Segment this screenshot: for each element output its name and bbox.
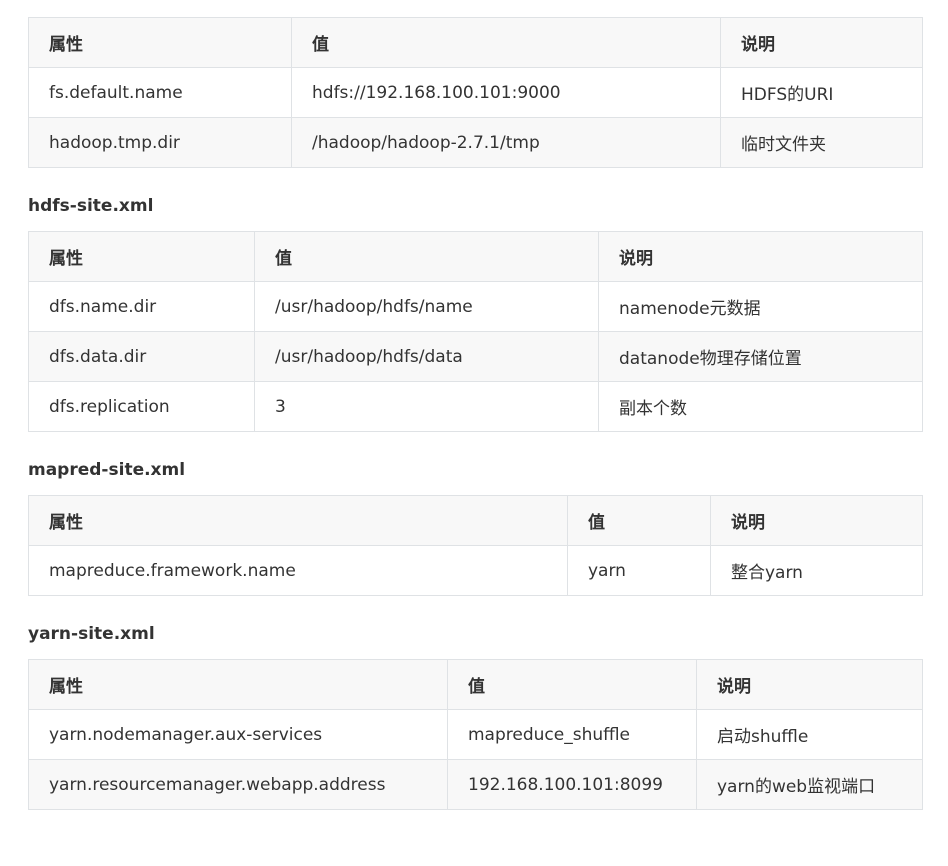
hdfs-site-table: 属性 值 说明 dfs.name.dir /usr/hadoop/hdfs/na…	[28, 231, 923, 432]
column-header-description: 说明	[598, 231, 923, 282]
column-header-description: 说明	[710, 495, 923, 546]
cell-description: HDFS的URI	[720, 67, 923, 118]
column-header-description: 说明	[696, 659, 923, 710]
column-header-property: 属性	[28, 659, 448, 710]
cell-description: 启动shuffle	[696, 709, 923, 760]
section-heading-yarn-site: yarn-site.xml	[28, 624, 155, 644]
column-header-description: 说明	[720, 17, 923, 68]
column-header-property: 属性	[28, 17, 292, 68]
table-header-row: 属性 值 说明	[28, 659, 923, 710]
table-row: fs.default.name hdfs://192.168.100.101:9…	[28, 67, 923, 118]
column-header-property: 属性	[28, 231, 255, 282]
cell-property: mapreduce.framework.name	[28, 545, 568, 596]
cell-property: dfs.replication	[28, 381, 255, 432]
cell-property: fs.default.name	[28, 67, 292, 118]
table-header-row: 属性 值 说明	[28, 17, 923, 68]
table-row: hadoop.tmp.dir /hadoop/hadoop-2.7.1/tmp …	[28, 117, 923, 168]
cell-value: hdfs://192.168.100.101:9000	[291, 67, 721, 118]
cell-description: 临时文件夹	[720, 117, 923, 168]
cell-property: hadoop.tmp.dir	[28, 117, 292, 168]
cell-description: 副本个数	[598, 381, 923, 432]
cell-description: datanode物理存储位置	[598, 331, 923, 382]
section-heading-hdfs-site: hdfs-site.xml	[28, 196, 154, 216]
cell-property: dfs.data.dir	[28, 331, 255, 382]
table-row: yarn.nodemanager.aux-services mapreduce_…	[28, 709, 923, 760]
cell-description: namenode元数据	[598, 281, 923, 332]
table-header-row: 属性 值 说明	[28, 231, 923, 282]
table-row: dfs.name.dir /usr/hadoop/hdfs/name namen…	[28, 281, 923, 332]
cell-value: /hadoop/hadoop-2.7.1/tmp	[291, 117, 721, 168]
cell-value: /usr/hadoop/hdfs/name	[254, 281, 599, 332]
table-row: yarn.resourcemanager.webapp.address 192.…	[28, 759, 923, 810]
cell-property: dfs.name.dir	[28, 281, 255, 332]
cell-value: 192.168.100.101:8099	[447, 759, 697, 810]
cell-value: mapreduce_shuffle	[447, 709, 697, 760]
cell-property: yarn.nodemanager.aux-services	[28, 709, 448, 760]
column-header-value: 值	[291, 17, 721, 68]
cell-value: /usr/hadoop/hdfs/data	[254, 331, 599, 382]
cell-property: yarn.resourcemanager.webapp.address	[28, 759, 448, 810]
document-content: 属性 值 说明 fs.default.name hdfs://192.168.1…	[28, 17, 923, 810]
table-row: dfs.data.dir /usr/hadoop/hdfs/data datan…	[28, 331, 923, 382]
cell-description: yarn的web监视端口	[696, 759, 923, 810]
mapred-site-table: 属性 值 说明 mapreduce.framework.name yarn 整合…	[28, 495, 923, 596]
column-header-property: 属性	[28, 495, 568, 546]
yarn-site-table: 属性 值 说明 yarn.nodemanager.aux-services ma…	[28, 659, 923, 810]
table-row: mapreduce.framework.name yarn 整合yarn	[28, 545, 923, 596]
cell-description: 整合yarn	[710, 545, 923, 596]
section-heading-mapred-site: mapred-site.xml	[28, 460, 186, 480]
column-header-value: 值	[254, 231, 599, 282]
column-header-value: 值	[447, 659, 697, 710]
column-header-value: 值	[567, 495, 711, 546]
cell-value: yarn	[567, 545, 711, 596]
table-row: dfs.replication 3 副本个数	[28, 381, 923, 432]
cell-value: 3	[254, 381, 599, 432]
table-header-row: 属性 值 说明	[28, 495, 923, 546]
core-site-table: 属性 值 说明 fs.default.name hdfs://192.168.1…	[28, 17, 923, 168]
